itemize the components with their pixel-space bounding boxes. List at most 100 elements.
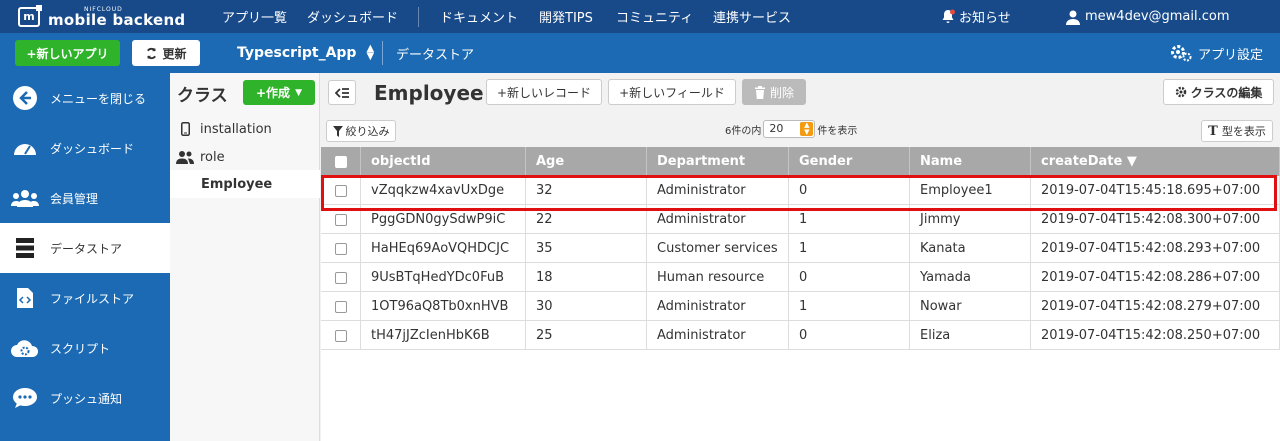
cell-department[interactable]: Human resource bbox=[647, 263, 789, 292]
show-types-button[interactable]: T 型を表示 bbox=[1201, 120, 1273, 142]
nav-dashboard[interactable]: ダッシュボード bbox=[307, 0, 398, 33]
cell-gender[interactable]: 0 bbox=[789, 176, 910, 205]
cell-gender[interactable]: 0 bbox=[789, 263, 910, 292]
delete-button[interactable]: 削除 bbox=[742, 79, 806, 105]
select-all-checkbox[interactable] bbox=[334, 155, 347, 168]
cell-department[interactable]: Administrator bbox=[647, 176, 789, 205]
cell-age[interactable]: 22 bbox=[526, 205, 647, 234]
select-all-cell bbox=[321, 147, 361, 176]
brand-logo[interactable]: m NIFCLOUD mobile backend bbox=[18, 5, 185, 29]
nav-documents[interactable]: ドキュメント bbox=[440, 0, 518, 33]
column-header[interactable]: objectId bbox=[361, 147, 526, 176]
cell-name[interactable]: Kanata bbox=[910, 234, 1031, 263]
cell-name[interactable]: Nowar bbox=[910, 292, 1031, 321]
row-checkbox[interactable] bbox=[334, 242, 347, 255]
cell-name[interactable]: Jimmy bbox=[910, 205, 1031, 234]
edit-class-button[interactable]: クラスの編集 bbox=[1163, 79, 1274, 105]
logo-name: mobile backend bbox=[48, 10, 186, 29]
cell-age[interactable]: 25 bbox=[526, 321, 647, 350]
table-header: objectId Age Department Gender Name crea… bbox=[321, 147, 1280, 176]
cell-age[interactable]: 18 bbox=[526, 263, 647, 292]
app-selector[interactable]: Typescript_App ▲ ▼ bbox=[237, 33, 374, 73]
cell-objectid[interactable]: PggGDN0gySdwP9iC bbox=[361, 205, 526, 234]
nav-integrations[interactable]: 連携サービス bbox=[713, 0, 791, 33]
file-code-icon bbox=[0, 287, 50, 309]
cell-age[interactable]: 30 bbox=[526, 292, 647, 321]
table-row[interactable]: vZqqkzw4xavUxDge 32 Administrator 0 Empl… bbox=[321, 176, 1280, 205]
page-size-value: 20 bbox=[769, 122, 784, 135]
cell-age[interactable]: 32 bbox=[526, 176, 647, 205]
table-row[interactable]: 9UsBTqHedYDc0FuB 18 Human resource 0 Yam… bbox=[321, 263, 1280, 292]
nav-divider bbox=[418, 7, 419, 27]
pager-prefix: 6件の内 bbox=[725, 125, 762, 137]
cell-department[interactable]: Administrator bbox=[647, 205, 789, 234]
new-app-button[interactable]: +新しいアプリ bbox=[15, 40, 120, 66]
cell-department[interactable]: Administrator bbox=[647, 292, 789, 321]
cell-gender[interactable]: 1 bbox=[789, 234, 910, 263]
cell-gender[interactable]: 1 bbox=[789, 292, 910, 321]
cell-createdate: 2019-07-04T15:42:08.279+07:00 bbox=[1031, 292, 1280, 321]
class-item-installation[interactable]: installation bbox=[170, 115, 320, 143]
cell-objectid[interactable]: tH47jJZcIenHbK6B bbox=[361, 321, 526, 350]
cell-name[interactable]: Eliza bbox=[910, 321, 1031, 350]
cell-department[interactable]: Customer services bbox=[647, 234, 789, 263]
sidebar-item-label: データストア bbox=[50, 241, 123, 256]
row-checkbox[interactable] bbox=[334, 329, 347, 342]
sidebar-item-filestore[interactable]: ファイルストア bbox=[0, 273, 170, 323]
cell-name[interactable]: Yamada bbox=[910, 263, 1031, 292]
column-header[interactable]: Department bbox=[647, 147, 789, 176]
cell-name[interactable]: Employee1 bbox=[910, 176, 1031, 205]
cell-gender[interactable]: 1 bbox=[789, 205, 910, 234]
pager-suffix: 件を表示 bbox=[817, 125, 858, 137]
user-menu[interactable]: mew4dev@gmail.com bbox=[1065, 0, 1230, 33]
cell-objectid[interactable]: HaHEq69AoVQHDCJC bbox=[361, 234, 526, 263]
sidebar-item-close-menu[interactable]: メニューを閉じる bbox=[0, 73, 170, 123]
column-header[interactable]: Name bbox=[910, 147, 1031, 176]
gears-icon bbox=[1171, 45, 1192, 62]
collapse-panel-button[interactable] bbox=[328, 80, 356, 105]
refresh-button[interactable]: 更新 bbox=[132, 40, 200, 66]
column-header[interactable]: Gender bbox=[789, 147, 910, 176]
sidebar-item-script[interactable]: スクリプト bbox=[0, 323, 170, 373]
table-row[interactable]: 1OT96aQ8Tb0xnHVB 30 Administrator 1 Nowa… bbox=[321, 292, 1280, 321]
cell-objectid[interactable]: vZqqkzw4xavUxDge bbox=[361, 176, 526, 205]
user-email: mew4dev@gmail.com bbox=[1085, 9, 1230, 24]
sidebar-item-dashboard[interactable]: ダッシュボード bbox=[0, 123, 170, 173]
database-icon bbox=[0, 237, 50, 259]
nav-app-list[interactable]: アプリ一覧 bbox=[222, 0, 287, 33]
cell-gender[interactable]: 0 bbox=[789, 321, 910, 350]
column-header[interactable]: createDate ▼ bbox=[1031, 147, 1280, 176]
row-checkbox[interactable] bbox=[334, 184, 347, 197]
sidebar-item-label: ファイルストア bbox=[50, 291, 135, 306]
class-item-role[interactable]: role bbox=[170, 143, 320, 171]
class-item-employee[interactable]: Employee bbox=[170, 170, 320, 198]
filter-button[interactable]: 絞り込み bbox=[326, 120, 396, 142]
cell-age[interactable]: 35 bbox=[526, 234, 647, 263]
new-record-button[interactable]: +新しいレコード bbox=[486, 79, 602, 105]
new-field-button[interactable]: +新しいフィールド bbox=[608, 79, 736, 105]
table-row[interactable]: PggGDN0gySdwP9iC 22 Administrator 1 Jimm… bbox=[321, 205, 1280, 234]
table-row[interactable]: tH47jJZcIenHbK6B 25 Administrator 0 Eliz… bbox=[321, 321, 1280, 350]
show-types-label: 型を表示 bbox=[1221, 125, 1266, 138]
nav-dev-tips[interactable]: 開発TIPS bbox=[539, 0, 593, 33]
column-header[interactable]: Age bbox=[526, 147, 647, 176]
page-size-select[interactable]: 20 ▲ ▼ bbox=[763, 120, 816, 138]
table-row[interactable]: HaHEq69AoVQHDCJC 35 Customer services 1 … bbox=[321, 234, 1280, 263]
spinner-icon: ▲ ▼ bbox=[800, 122, 814, 136]
row-checkbox[interactable] bbox=[334, 213, 347, 226]
row-checkbox[interactable] bbox=[334, 271, 347, 284]
cell-objectid[interactable]: 1OT96aQ8Tb0xnHVB bbox=[361, 292, 526, 321]
app-toolbar: +新しいアプリ 更新 Typescript_App ▲ ▼ データストア アプリ設… bbox=[0, 33, 1280, 73]
subbar-divider bbox=[382, 41, 383, 65]
sidebar-item-push[interactable]: プッシュ通知 bbox=[0, 373, 170, 423]
create-class-button[interactable]: +作成 ▼ bbox=[243, 80, 315, 105]
sidebar-item-users[interactable]: 会員管理 bbox=[0, 173, 170, 223]
nav-community[interactable]: コミュニティ bbox=[616, 0, 693, 33]
notifications-link[interactable]: お知らせ bbox=[940, 0, 1011, 33]
refresh-label: 更新 bbox=[162, 46, 187, 61]
sidebar-item-datastore[interactable]: データストア bbox=[0, 223, 170, 273]
row-checkbox[interactable] bbox=[334, 300, 347, 313]
app-settings-button[interactable]: アプリ設定 bbox=[1170, 33, 1263, 73]
cell-department[interactable]: Administrator bbox=[647, 321, 789, 350]
cell-objectid[interactable]: 9UsBTqHedYDc0FuB bbox=[361, 263, 526, 292]
